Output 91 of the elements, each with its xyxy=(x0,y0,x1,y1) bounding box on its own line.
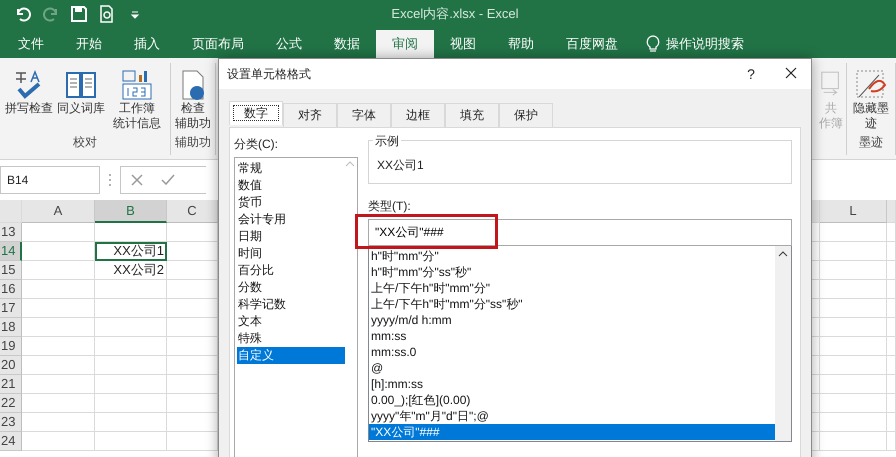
category-label: 分类(C): xyxy=(234,136,279,153)
format-item[interactable]: 0.00_);[红色](0.00) xyxy=(369,392,775,408)
ribbon-group-label: 辅助功 xyxy=(175,134,211,151)
ribbon-group-label: 墨迹 xyxy=(859,134,883,151)
category-item[interactable]: 日期 xyxy=(237,228,345,245)
column-header[interactable]: C xyxy=(167,200,218,223)
empty-cell xyxy=(167,261,218,280)
format-item[interactable]: mm:ss.0 xyxy=(369,344,775,360)
row-header[interactable]: 16 xyxy=(0,280,22,299)
row-header[interactable]: 21 xyxy=(0,375,22,394)
table-cell: XX公司1 xyxy=(95,242,167,261)
ribbon-tab[interactable]: 审阅 xyxy=(376,30,434,58)
ribbon-button[interactable]: 隐藏墨 迹 xyxy=(849,67,893,134)
ribbon-tab[interactable]: 数据 xyxy=(318,30,376,58)
category-item[interactable]: 分数 xyxy=(237,279,345,296)
dialog-title: 设置单元格格式 xyxy=(227,66,312,82)
row-header[interactable]: 24 xyxy=(0,432,22,451)
ribbon-tab[interactable]: 开始 xyxy=(60,30,118,58)
column-header[interactable]: A xyxy=(22,200,95,223)
format-item[interactable]: [h]:mm:ss xyxy=(369,376,775,392)
row-header[interactable]: 14 xyxy=(0,242,22,261)
scroll-up-icon[interactable] xyxy=(778,250,788,258)
row-header[interactable]: 13 xyxy=(0,223,22,242)
format-item[interactable]: 上午/下午h"时"mm"分"ss"秒" xyxy=(369,296,775,312)
category-list[interactable]: 常规 数值 货币 会计专用 日期 时间 百分比 分数 科学记数 文本 特殊 自定义 xyxy=(234,157,358,457)
row-header[interactable]: 19 xyxy=(0,337,22,356)
more-options-icon xyxy=(108,173,112,187)
dialog-tab[interactable]: 保护 xyxy=(499,103,553,127)
dialog-tab[interactable]: 填充 xyxy=(445,103,499,127)
category-item[interactable]: 文本 xyxy=(237,313,345,330)
print-preview-icon[interactable] xyxy=(98,5,116,23)
format-item[interactable]: "XX公司"### xyxy=(369,424,775,440)
save-icon[interactable] xyxy=(70,5,88,23)
ribbon-tab[interactable]: 文件 xyxy=(2,30,60,58)
dialog-tab[interactable]: 边框 xyxy=(391,103,445,127)
dialog-tab[interactable]: 字体 xyxy=(337,103,391,127)
type-label: 类型(T): xyxy=(368,198,412,215)
format-item[interactable]: h"时"mm"分"ss"秒" xyxy=(369,264,775,280)
column-header[interactable]: L xyxy=(820,200,887,223)
confirm-icon[interactable] xyxy=(161,174,175,186)
ribbon-tab[interactable]: 视图 xyxy=(434,30,492,58)
name-box[interactable]: B14 xyxy=(0,166,100,194)
category-item[interactable]: 自定义 xyxy=(237,347,345,364)
type-field[interactable]: "XX公司"### xyxy=(368,219,792,246)
category-item[interactable]: 百分比 xyxy=(237,262,345,279)
ribbon-button[interactable]: 同义词库 xyxy=(56,67,106,134)
format-item[interactable]: yyyy"年"m"月"d"日";@ xyxy=(369,408,775,424)
sample-label: 示例 xyxy=(373,133,401,150)
ribbon-tab[interactable]: 百度网盘 xyxy=(550,30,634,58)
category-item[interactable]: 常规 xyxy=(237,160,345,177)
dialog-tab[interactable]: 数字 xyxy=(229,101,283,125)
column-header[interactable]: B xyxy=(95,200,167,223)
ribbon-button[interactable]: 工作簿 统计信息 xyxy=(108,67,166,134)
dialog-tab[interactable]: 对齐 xyxy=(283,103,337,127)
category-item[interactable]: 特殊 xyxy=(237,330,345,347)
ribbon-button[interactable]: 检查 辅助功 xyxy=(173,67,213,134)
window-title: Excel内容.xlsx - Excel xyxy=(391,5,519,23)
row-header[interactable]: 17 xyxy=(0,299,22,318)
category-item[interactable]: 会计专用 xyxy=(237,211,345,228)
format-item[interactable]: yyyy/m/d h:mm xyxy=(369,312,775,328)
format-item[interactable]: 上午/下午h"时"mm"分" xyxy=(369,280,775,296)
undo-icon[interactable] xyxy=(14,5,32,23)
category-item[interactable]: 科学记数 xyxy=(237,296,345,313)
ribbon-group-label: 校对 xyxy=(73,134,97,151)
row-header[interactable]: 18 xyxy=(0,318,22,337)
cancel-icon[interactable] xyxy=(131,174,143,186)
empty-cell xyxy=(167,242,218,261)
book-icon xyxy=(65,69,97,101)
ribbon-tab[interactable]: 公式 xyxy=(260,30,318,58)
sample-value: XX公司1 xyxy=(377,158,424,172)
row-header[interactable]: 23 xyxy=(0,413,22,432)
ribbon-tab[interactable]: 页面布局 xyxy=(176,30,260,58)
row-header[interactable]: 20 xyxy=(0,356,22,375)
ribbon-tab[interactable]: 插入 xyxy=(118,30,176,58)
category-item[interactable]: 时间 xyxy=(237,245,345,262)
row-header[interactable]: 15 xyxy=(0,261,22,280)
redo-icon[interactable] xyxy=(42,5,60,23)
tell-me-search[interactable]: 操作说明搜索 xyxy=(666,35,744,53)
format-item[interactable]: h"时"mm"分" xyxy=(369,248,775,264)
format-item[interactable]: @ xyxy=(369,360,775,376)
category-item[interactable]: 货币 xyxy=(237,194,345,211)
ribbon-tab[interactable]: 帮助 xyxy=(492,30,550,58)
category-item[interactable]: 数值 xyxy=(237,177,345,194)
format-item[interactable]: mm:ss xyxy=(369,328,775,344)
ribbon-button[interactable]: 拼写检查 xyxy=(4,67,54,134)
format-list[interactable]: h"时"mm"分" h"时"mm"分"ss"秒" 上午/下午h"时"mm"分" 上午/下午h"时"mm"分"ss"秒" yyyy/m/d h:mm mm:ss mm:ss.0 @ [h]:mm:ss 0.00_);[红色](0.00) yyyy"年"m"月"d"日";@ "XX公司"### xyxy=(368,246,792,442)
close-icon xyxy=(785,67,797,79)
row-header[interactable]: 22 xyxy=(0,394,22,413)
workbook-statistics-icon xyxy=(121,69,153,101)
lightbulb-icon xyxy=(646,35,660,53)
help-button[interactable]: ? xyxy=(731,60,771,88)
